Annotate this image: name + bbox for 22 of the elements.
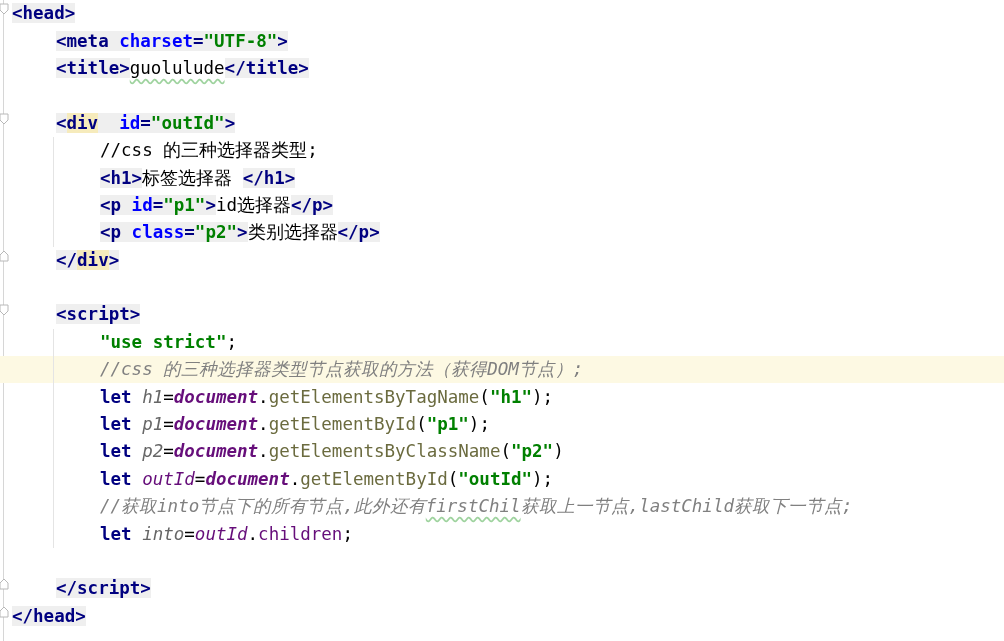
code-line: let p2=document.getElementsByClassName("p2") [100, 440, 564, 464]
code-line: <p id="p1">id选择器</p> [100, 193, 334, 217]
fold-icon[interactable] [0, 605, 9, 618]
code-line: //css 的三种选择器类型节点获取的方法（获得DOM节点）; [100, 358, 584, 382]
code-line: let p1=document.getElementById("p1"); [100, 413, 490, 437]
fold-icon[interactable] [0, 112, 9, 125]
code-line: //获取into节点下的所有节点,此外还有firstChil获取上一节点,lastChild获取下一节点; [100, 495, 853, 519]
fold-icon[interactable] [0, 578, 9, 591]
code-line: let outId=document.getElementById("outId"); [100, 467, 554, 491]
code-line: <p class="p2">类别选择器</p> [100, 221, 380, 245]
fold-icon[interactable] [0, 249, 9, 262]
code-line: </div> [56, 248, 120, 272]
code-line: let h1=document.getElementsByTagName("h1"); [100, 385, 554, 409]
code-line: let into=outId.children; [100, 522, 353, 546]
code-line: <title>guolulude</title> [56, 56, 309, 80]
code-line: "use strict"; [100, 330, 237, 354]
code-line: <meta charset="UTF-8"> [56, 29, 288, 53]
code-line: <div id="outId"> [56, 111, 236, 135]
code-line: //css 的三种选择器类型; [100, 139, 318, 163]
code-line: <h1>标签选择器 </h1> [100, 166, 296, 190]
fold-icon[interactable] [0, 304, 9, 317]
fold-icon[interactable] [0, 3, 9, 15]
